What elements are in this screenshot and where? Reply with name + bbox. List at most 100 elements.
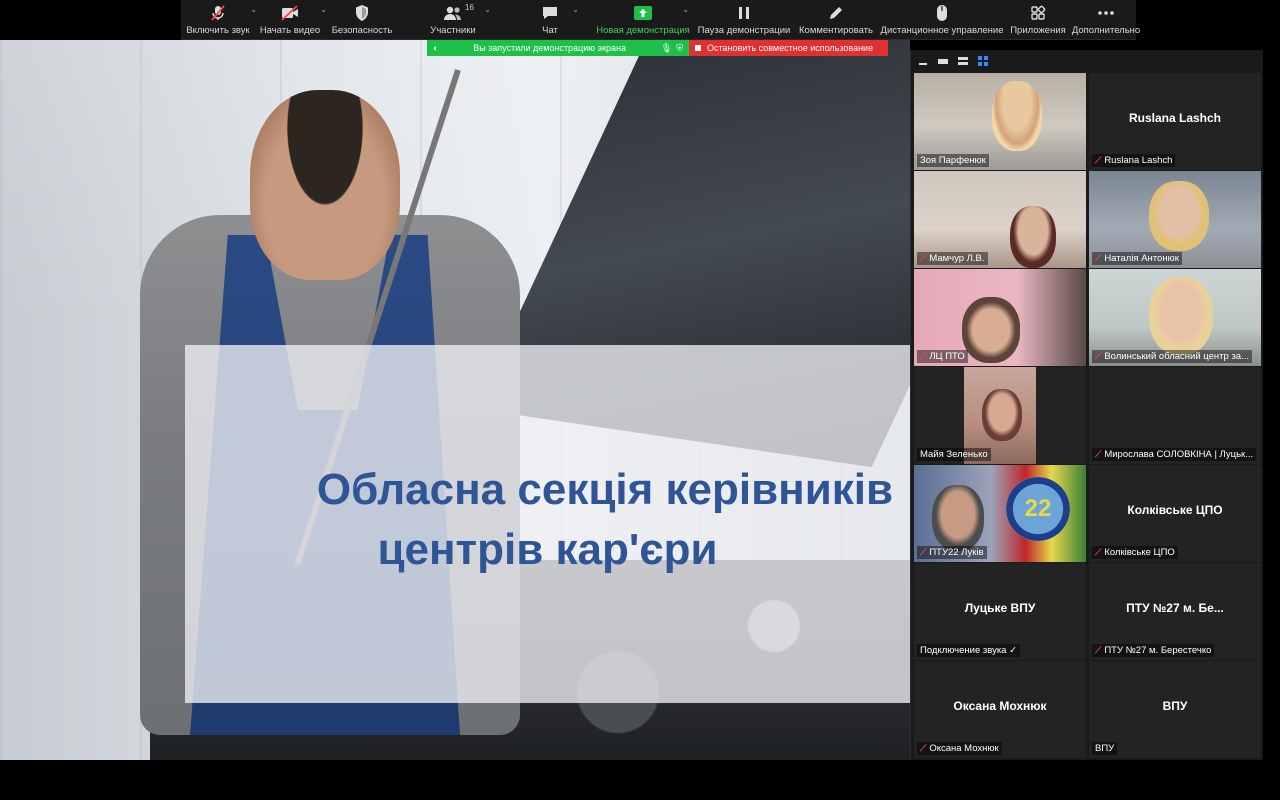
chat-button[interactable]: ⌄ Чат xyxy=(507,0,593,39)
participants-label: Участники xyxy=(430,25,476,36)
participant-tile[interactable]: ⟋ Наталія Антонюк xyxy=(1089,171,1261,268)
chevron-down-icon[interactable]: ⌄ xyxy=(484,5,491,14)
participant-name: Оксана Мохнюк xyxy=(929,743,999,754)
sharing-status-text: Вы запустили демонстрацию экрана xyxy=(473,43,627,53)
stop-share-button[interactable]: Остановить совместное использование xyxy=(689,40,888,56)
participant-display-name: ПТУ №27 м. Бе... xyxy=(1126,601,1224,615)
participant-name-tag: ⟋ Ruslana Lashch xyxy=(1092,154,1176,167)
participant-tile[interactable]: Оксана Мохнюк ⟋ Оксана Мохнюк xyxy=(914,661,1086,758)
participant-name-tag: Зоя Парфенюк xyxy=(917,154,989,167)
shield-check-icon: ⛨ xyxy=(676,42,683,53)
participant-name-tag: ⟋ Оксана Мохнюк xyxy=(917,742,1002,755)
participants-icon xyxy=(442,4,464,22)
participant-name-tag: ⟋ Мирослава СОЛОВКІНА | Луцьк... xyxy=(1092,448,1257,461)
participant-tile[interactable]: Луцьке ВПУ Подключение звука ✓ xyxy=(914,563,1086,660)
grid-view-icon[interactable] xyxy=(977,55,989,67)
participant-display-name: Колківське ЦПО xyxy=(1127,503,1223,517)
participant-name: Мамчур Л.В. xyxy=(929,253,985,264)
remote-control-label: Дистанционное управление xyxy=(880,25,1004,36)
participant-name: Колківське ЦПО xyxy=(1104,547,1175,558)
microphone-muted-icon: ⟋ xyxy=(1095,351,1102,361)
mic-icon: 🎙 xyxy=(660,42,673,53)
microphone-muted-icon: ⟋ xyxy=(1095,645,1102,655)
slide-title-clip: Обласна секція керівників центрів кар'єр… xyxy=(185,460,910,600)
participant-name: Зоя Парфенюк xyxy=(920,155,986,166)
participant-name-tag: ⟋ ЛЦ ПТО xyxy=(917,350,968,363)
sharing-status[interactable]: ◐ Вы запустили демонстрацию экрана 🎙 ⛨ xyxy=(427,40,689,56)
start-video-button[interactable]: ⌄ Начать видео xyxy=(255,0,327,39)
apps-icon xyxy=(1027,4,1049,22)
participant-name-tag: ⟋ Мамчур Л.В. xyxy=(917,252,988,265)
microphone-muted-icon: ⟋ xyxy=(920,351,927,361)
participant-name-tag: ⟋ ПТУ №27 м. Берестечко xyxy=(1092,644,1215,657)
pencil-icon xyxy=(825,4,847,22)
stop-icon xyxy=(695,45,701,51)
participant-tile[interactable]: Майя Зеленько xyxy=(914,367,1086,464)
participant-tile[interactable]: ⟋ ЛЦ ПТО xyxy=(914,269,1086,366)
participant-tile[interactable]: Зоя Парфенюк xyxy=(914,73,1086,170)
participants-count: 16 xyxy=(465,3,474,12)
participant-display-name: Луцьке ВПУ xyxy=(964,601,1036,615)
meeting-toolbar: ⌄ Включить звук ⌄ Начать видео Безопасно… xyxy=(181,0,1140,40)
pause-icon xyxy=(733,4,755,22)
shared-screen: Обласна секція керівників центрів кар'єр… xyxy=(0,40,910,760)
mechanic-head-image xyxy=(250,90,400,280)
microphone-muted-icon: ⟋ xyxy=(920,547,927,557)
slide-title: Обласна секція керівників центрів кар'єр… xyxy=(185,460,910,590)
shield-icon xyxy=(351,4,373,22)
single-video-icon[interactable] xyxy=(937,55,949,67)
participant-tile[interactable]: 22 ⟋ ПТУ22 Луків xyxy=(914,465,1086,562)
participant-tiles: Зоя Парфенюк Ruslana Lashch ⟋ Ruslana Lashc… xyxy=(914,73,1261,758)
gallery-view-controls xyxy=(911,50,1263,72)
chevron-down-icon[interactable]: ⌄ xyxy=(572,5,579,14)
annotate-label: Комментировать xyxy=(799,25,873,36)
mouse-icon xyxy=(931,4,953,22)
minimize-icon[interactable] xyxy=(917,55,929,67)
video-off-icon xyxy=(279,4,301,22)
participant-name: ЛЦ ПТО xyxy=(929,351,965,362)
apps-button[interactable]: Приложения xyxy=(1007,0,1069,39)
security-button[interactable]: Безопасность xyxy=(325,0,399,39)
sharing-banner: ◐ Вы запустили демонстрацию экрана 🎙 ⛨ О… xyxy=(427,40,888,56)
unmute-button[interactable]: ⌄ Включить звук xyxy=(181,0,257,39)
chat-label: Чат xyxy=(542,25,558,36)
participant-name-tag: ⟋ Колківське ЦПО xyxy=(1092,546,1178,559)
participant-display-name: Ruslana Lashch xyxy=(1128,111,1222,125)
participant-name-tag: ⟋ Наталія Антонюк xyxy=(1092,252,1182,265)
participant-tile[interactable]: ПТУ №27 м. Бе... ⟋ ПТУ №27 м. Берестечко xyxy=(1089,563,1261,660)
pause-share-button[interactable]: Пауза демонстрации xyxy=(693,0,795,39)
participant-name-tag: ⟋ ПТУ22 Луків xyxy=(917,546,987,559)
strip-view-icon[interactable] xyxy=(957,55,969,67)
security-label: Безопасность xyxy=(331,25,393,36)
share-screen-icon xyxy=(632,4,654,22)
slide-title-line1: Обласна секція керівників xyxy=(316,465,894,514)
participant-tile[interactable]: ⟋ Мамчур Л.В. xyxy=(914,171,1086,268)
new-share-button[interactable]: ⌄ Новая демонстрация xyxy=(593,0,693,39)
school-logo: 22 xyxy=(1006,477,1070,541)
stop-share-label: Остановить совместное использование xyxy=(707,43,874,53)
participant-tile[interactable]: Колківське ЦПО ⟋ Колківське ЦПО xyxy=(1089,465,1261,562)
participant-display-name: ВПУ xyxy=(1162,699,1188,713)
participant-name: Наталія Антонюк xyxy=(1104,253,1179,264)
participant-tile[interactable]: ⟋ Волинський обласний центр за... xyxy=(1089,269,1261,366)
slide-title-line2: центрів кар'єри xyxy=(377,525,718,574)
annotate-button[interactable]: Комментировать xyxy=(795,0,877,39)
pause-share-label: Пауза демонстрации xyxy=(697,25,791,36)
microphone-muted-icon xyxy=(207,4,229,22)
microphone-muted-icon: ⟋ xyxy=(1095,253,1102,263)
remote-control-button[interactable]: Дистанционное управление xyxy=(877,0,1007,39)
participant-tile[interactable]: ВПУ ВПУ xyxy=(1089,661,1261,758)
participant-name-tag: ⟋ Волинський обласний центр за... xyxy=(1092,350,1252,363)
participant-name-tag: ВПУ xyxy=(1092,742,1118,755)
participants-button[interactable]: 16 ⌄ Участники xyxy=(399,0,507,39)
participant-display-name: Оксана Мохнюк xyxy=(953,699,1047,713)
chevron-down-icon[interactable]: ⌄ xyxy=(682,5,689,14)
microphone-muted-icon: ⟋ xyxy=(1095,547,1102,557)
start-video-label: Начать видео xyxy=(259,25,321,36)
participant-tile[interactable]: Ruslana Lashch ⟋ Ruslana Lashch xyxy=(1089,73,1261,170)
new-share-label: Новая демонстрация xyxy=(596,25,690,36)
participant-name: Майя Зеленько xyxy=(920,449,988,460)
participant-tile[interactable]: ⟋ Мирослава СОЛОВКІНА | Луцьк... xyxy=(1089,367,1261,464)
microphone-muted-icon: ⟋ xyxy=(920,743,927,753)
more-button[interactable]: Дополнительно xyxy=(1069,0,1143,39)
